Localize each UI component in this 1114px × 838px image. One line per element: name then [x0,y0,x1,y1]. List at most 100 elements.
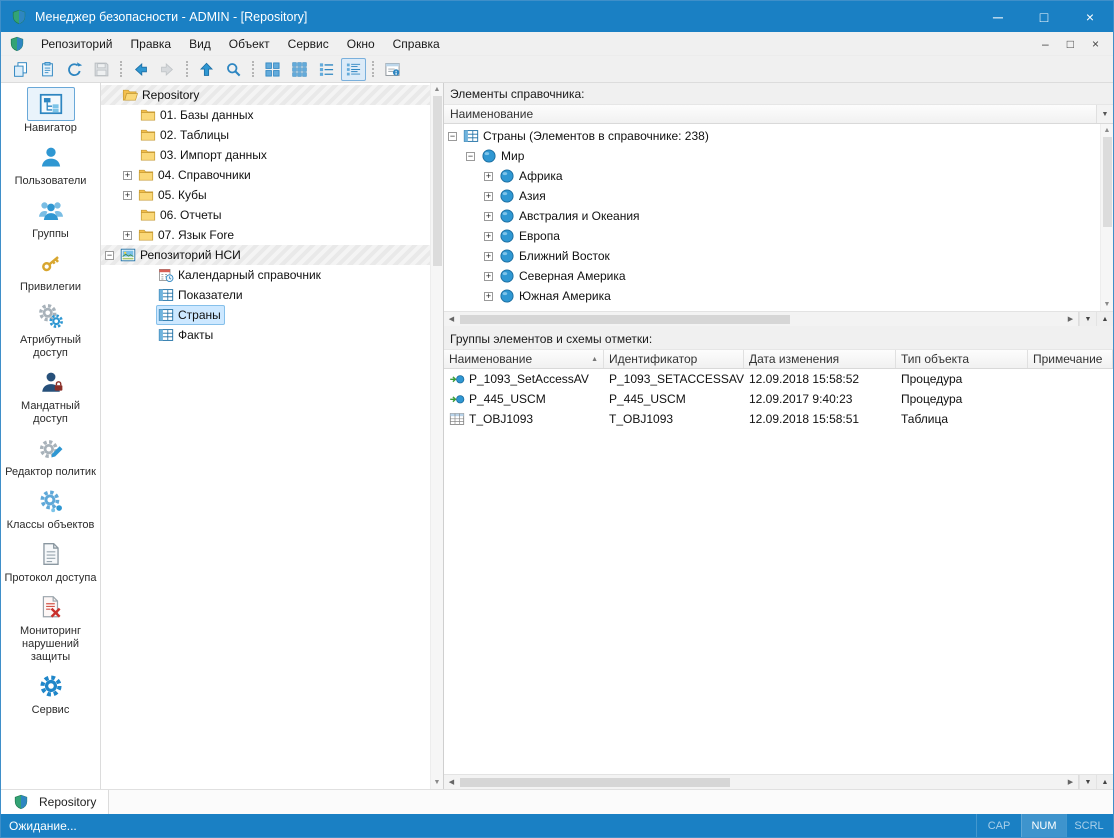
pane-collapse-button[interactable]: ▼ [1079,775,1096,789]
tree-row[interactable]: Факты [101,325,430,345]
tree-node[interactable]: Репозиторий НСИ [119,246,244,264]
dict-horizontal-scrollbar[interactable]: ◀ ▶ ▼ ▲ [444,311,1113,326]
pane-collapse-button[interactable]: ▼ [1079,312,1096,326]
scroll-up-icon[interactable]: ▲ [1101,124,1113,137]
tree-row[interactable]: 02. Таблицы [101,125,430,145]
mdi-close-button[interactable]: × [1092,37,1099,51]
search-button[interactable] [221,58,246,81]
tree-row[interactable]: Repository [101,85,430,105]
tree-row[interactable]: + Азия [444,186,1100,206]
tree-row[interactable]: +04. Справочники [101,165,430,185]
mdi-restore-button[interactable]: □ [1067,37,1074,51]
tree-node[interactable]: Показатели [157,286,246,304]
tree-node[interactable]: Факты [157,326,216,344]
view-details-button[interactable] [341,58,366,81]
tree-row[interactable]: +Австралия и Океания [444,206,1100,226]
tree-node[interactable]: 01. Базы данных [139,106,256,124]
tree-expander[interactable]: − [105,251,114,260]
scroll-left-icon[interactable]: ◀ [444,312,459,326]
table-column-header[interactable]: Тип объекта [896,350,1028,368]
column-header-name[interactable]: Наименование ▼ [444,105,1113,124]
view-small-icons-button[interactable] [287,58,312,81]
table-column-header[interactable]: Идентификатор [604,350,744,368]
scrollbar-thumb[interactable] [460,315,790,324]
tree-expander[interactable]: + [484,192,493,201]
table-column-header[interactable]: Примечание [1028,350,1113,368]
tree-expander[interactable]: + [123,171,132,180]
tree-row[interactable]: 01. Базы данных [101,105,430,125]
tree-expander[interactable]: + [484,172,493,181]
menu-item[interactable]: Справка [384,34,449,54]
tree-node[interactable]: Африка [498,167,566,185]
tree-row[interactable]: 06. Отчеты [101,205,430,225]
tree-node[interactable]: Страны [157,306,224,324]
tree-expander[interactable]: + [484,292,493,301]
tree-node[interactable]: 03. Импорт данных [139,146,270,164]
tree-node[interactable]: 04. Справочники [137,166,254,184]
tree-node[interactable]: Азия [498,187,549,205]
scrollbar-thumb[interactable] [433,96,442,266]
tree-row[interactable]: −Страны (Элементов в справочнике: 238) [444,126,1100,146]
scrollbar-thumb[interactable] [460,778,730,787]
tree-expander[interactable]: + [484,272,493,281]
tree-node[interactable]: Repository [121,86,202,104]
up-button[interactable] [194,58,219,81]
tree-node[interactable]: Страны (Элементов в справочнике: 238) [462,127,712,145]
properties-button[interactable] [380,58,405,81]
tree-node[interactable]: Австралия и Океания [498,207,643,225]
scroll-left-icon[interactable]: ◀ [444,775,459,789]
tree-row[interactable]: +07. Язык Fore [101,225,430,245]
tree-expander[interactable]: + [123,231,132,240]
tree-node[interactable]: 07. Язык Fore [137,226,237,244]
scroll-right-icon[interactable]: ▶ [1063,775,1078,789]
tree-node[interactable]: 05. Кубы [137,186,210,204]
tree-row[interactable]: −Мир [444,146,1100,166]
scroll-up-icon[interactable]: ▲ [431,83,443,96]
sidebar-item-attribute-access[interactable]: Атрибутный доступ [2,299,100,360]
refresh-button[interactable] [62,58,87,81]
tree-vertical-scrollbar[interactable]: ▲ ▼ [430,83,443,789]
window-close-button[interactable]: × [1067,1,1113,32]
tree-expander[interactable]: + [484,252,493,261]
sidebar-item-mandatory-access[interactable]: Мандатный доступ [2,365,100,426]
tree-node[interactable]: 02. Таблицы [139,126,232,144]
tree-row[interactable]: + Южная Америка [444,286,1100,306]
sidebar-item-access-log[interactable]: Протокол доступа [2,537,100,585]
sidebar-item-privileges[interactable]: Привилегии [2,246,100,294]
sidebar-item-groups[interactable]: Группы [2,193,100,241]
tree-node[interactable]: Южная Америка [498,287,614,305]
sidebar-item-policy-editor[interactable]: Редактор политик [2,431,100,479]
window-maximize-button[interactable]: □ [1021,1,1067,32]
tree-row[interactable]: + Африка [444,166,1100,186]
view-large-icons-button[interactable] [260,58,285,81]
scroll-down-icon[interactable]: ▼ [1101,298,1113,311]
menu-item[interactable]: Вид [180,34,220,54]
back-button[interactable] [128,58,153,81]
pane-expand-button[interactable]: ▲ [1096,312,1113,326]
pane-expand-button[interactable]: ▲ [1096,775,1113,789]
menu-item[interactable]: Сервис [279,34,338,54]
sidebar-item-users[interactable]: Пользователи [2,140,100,188]
mdi-minimize-button[interactable]: – [1042,37,1049,51]
tree-expander[interactable]: + [484,232,493,241]
menu-item[interactable]: Репозиторий [32,34,122,54]
tree-node[interactable]: Мир [480,147,527,165]
menu-item[interactable]: Объект [220,34,279,54]
table-column-header[interactable]: Наименование▲ [444,350,604,368]
tree-node[interactable]: Ближний Восток [498,247,613,265]
scroll-right-icon[interactable]: ▶ [1063,312,1078,326]
tree-node[interactable]: Календарный справочник [157,266,324,284]
groups-horizontal-scrollbar[interactable]: ◀ ▶ ▼ ▲ [444,774,1113,789]
table-row[interactable]: T_OBJ1093T_OBJ109312.09.2018 15:58:51Таб… [444,409,1113,429]
view-list-button[interactable] [314,58,339,81]
dropdown-icon[interactable]: ▼ [1096,105,1113,123]
table-column-header[interactable]: Дата изменения [744,350,896,368]
tree-row[interactable]: + Ближний Восток [444,246,1100,266]
table-row[interactable]: P_1093_SetAccessAVP_1093_SETACCESSAV12.0… [444,369,1113,389]
tree-row[interactable]: +05. Кубы [101,185,430,205]
menu-item[interactable]: Окно [338,34,384,54]
new-document-button[interactable] [35,58,60,81]
tree-expander[interactable]: − [448,132,457,141]
tree-node[interactable]: 06. Отчеты [139,206,225,224]
tree-row[interactable]: +Северная Америка [444,266,1100,286]
